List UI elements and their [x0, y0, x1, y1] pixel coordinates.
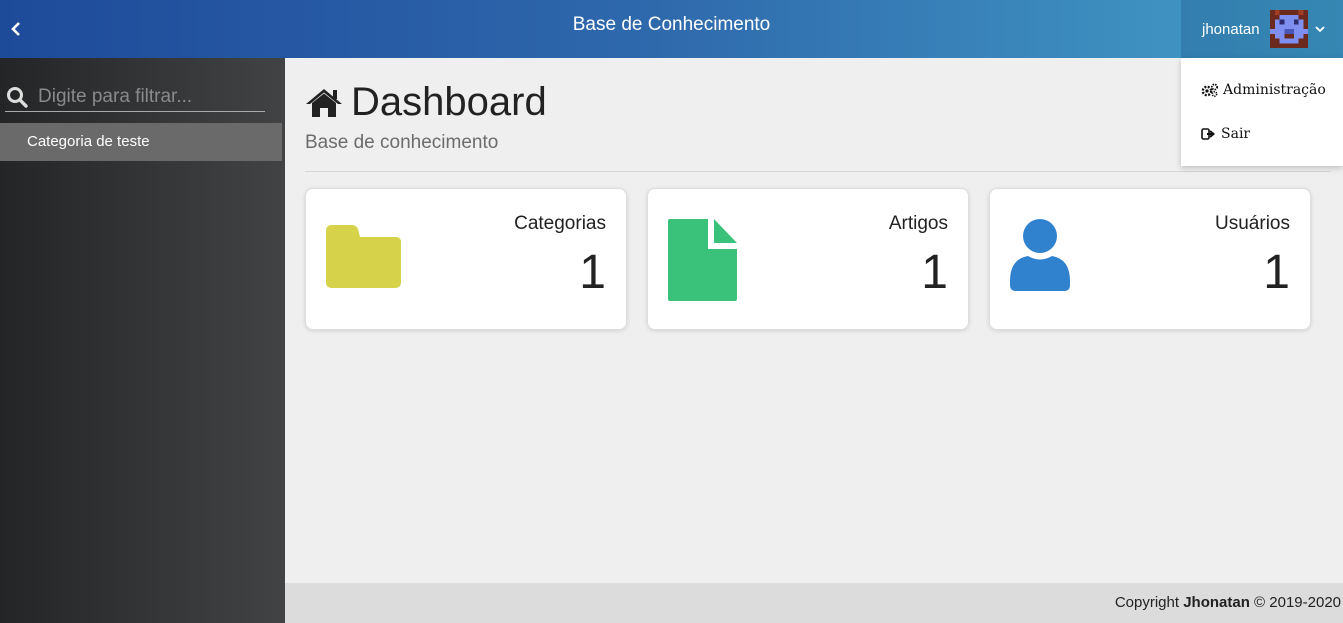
stat-label: Artigos [888, 213, 948, 234]
cogs-icon [1201, 83, 1218, 97]
menu-item-label: Administração [1223, 82, 1326, 98]
page-title: Dashboard [305, 80, 547, 125]
user-dropdown-menu: Administração Sair [1181, 58, 1343, 166]
footer-prefix: Copyright [1114, 594, 1180, 611]
stat-card-categorias: Categorias 1 [305, 188, 627, 330]
home-icon [306, 88, 342, 117]
stat-value: 1 [1263, 246, 1290, 299]
app-title: Base de Conhecimento [572, 14, 771, 35]
search-box [5, 82, 265, 112]
stat-value: 1 [579, 246, 606, 299]
folder-icon [326, 225, 401, 288]
footer-suffix: © 2019-2020 [1254, 594, 1341, 611]
stat-label: Usuários [1215, 213, 1290, 234]
divider [305, 171, 1331, 172]
avatar [1269, 10, 1308, 48]
chevron-down-icon [1314, 26, 1325, 33]
sidebar: Categoria de teste [0, 58, 285, 623]
menu-item-label: Sair [1221, 126, 1251, 142]
stat-label: Categorias [514, 213, 606, 234]
page-title-text: Dashboard [351, 80, 547, 124]
page-subtitle: Base de conhecimento [305, 132, 499, 153]
file-icon [668, 219, 737, 301]
search-input[interactable] [38, 85, 258, 108]
user-menu-button[interactable]: jhonatan [1181, 0, 1343, 58]
user-icon [1010, 219, 1070, 291]
footer-author: Jhonatan [1183, 594, 1250, 611]
stat-value: 1 [921, 246, 948, 299]
footer: Copyright Jhonatan © 2019-2020 [285, 583, 1343, 623]
header: Base de Conhecimento jhonatan [0, 0, 1343, 58]
stat-card-artigos: Artigos 1 [647, 188, 969, 330]
menu-item-administracao[interactable]: Administração [1181, 68, 1343, 112]
menu-item-sair[interactable]: Sair [1181, 112, 1343, 156]
sign-out-icon [1201, 128, 1216, 140]
stat-card-usuarios: Usuários 1 [989, 188, 1311, 330]
search-icon [7, 86, 28, 108]
sidebar-item-categoria[interactable]: Categoria de teste [0, 123, 282, 161]
user-name: jhonatan [1202, 20, 1260, 38]
